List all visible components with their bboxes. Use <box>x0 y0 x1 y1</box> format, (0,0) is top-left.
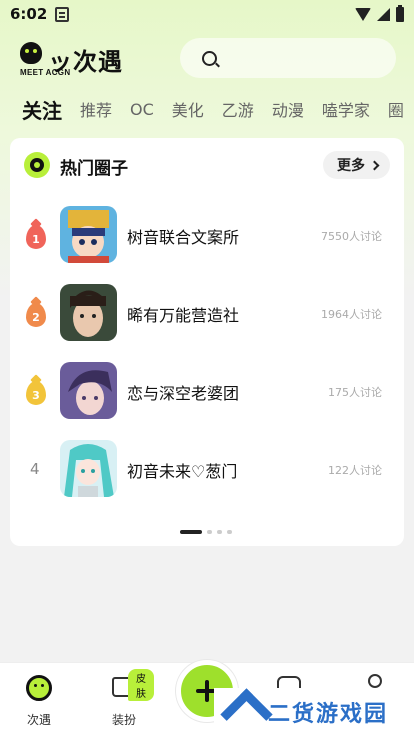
tab-beautify[interactable]: 美化 <box>172 97 204 121</box>
tab-anime[interactable]: 动漫 <box>272 97 304 121</box>
watermark-text: 二货游戏园 <box>268 702 389 727</box>
notification-icon <box>55 6 70 22</box>
status-bar: 6:02 <box>0 0 414 28</box>
tab-shippers[interactable]: 嗑学家 <box>322 97 370 121</box>
discussion-count: 7550人讨论 <box>321 230 382 243</box>
discussion-count: 1964人讨论 <box>321 308 382 321</box>
rank-number: 4 <box>30 460 40 478</box>
skin-badge: 皮肤 <box>128 669 154 701</box>
status-indicators <box>355 4 404 22</box>
more-label: 更多 <box>337 158 365 174</box>
list-item[interactable]: 2 晞有万能营造社 1964人讨论 <box>10 284 404 346</box>
carousel-dot <box>207 530 212 534</box>
wifi-icon <box>355 7 371 21</box>
card-title: 热门圈子 <box>60 159 128 179</box>
signal-icon <box>377 7 390 21</box>
profile-icon[interactable] <box>368 674 382 688</box>
circle-name: 恋与深空老婆团 <box>127 384 240 403</box>
list-item[interactable]: 1 树音联合文案所 7550人讨论 <box>10 206 404 268</box>
circle-name: 树音联合文案所 <box>127 228 240 247</box>
mascot-icon <box>20 42 42 64</box>
carousel-dot-active <box>180 530 202 534</box>
circle-avatar <box>60 362 117 419</box>
chevron-right-icon <box>369 160 380 170</box>
category-tabs: 关注 推荐 OC 美化 乙游 动漫 嗑学家 圈 <box>0 92 414 126</box>
circle-avatar <box>60 284 117 341</box>
carousel-indicator <box>180 530 232 534</box>
watermark-logo-icon <box>222 692 268 732</box>
nav-home-label: 次遇 <box>26 713 51 727</box>
discussion-count: 122人讨论 <box>328 464 382 477</box>
discussion-count: 175人讨论 <box>328 386 382 399</box>
tab-otome-games[interactable]: 乙游 <box>222 97 254 121</box>
status-time: 6:02 <box>10 5 48 23</box>
circle-avatar <box>60 440 117 497</box>
battery-icon <box>396 4 404 22</box>
rank-badge-icon: 1 <box>26 225 46 249</box>
circle-name: 初音未来♡葱门 <box>127 462 238 481</box>
list-item[interactable]: 3 恋与深空老婆团 175人讨论 <box>10 362 404 424</box>
list-item[interactable]: 4 初音未来♡葱门 122人讨论 <box>10 440 404 502</box>
carousel-dot <box>227 530 232 534</box>
card-header: 热门圈子 更多 <box>10 138 404 192</box>
tab-circle[interactable]: 圈 <box>388 97 404 121</box>
rank-badge-icon: 3 <box>26 381 46 405</box>
hot-circles-card: 热门圈子 更多 1 树音联合文案所 7550人讨论 2 晞有万能营造社 1964… <box>10 138 404 546</box>
nav-outfit-label: 装扮 <box>111 713 136 727</box>
home-mascot-icon <box>26 675 52 701</box>
watermark: 二货游戏园 <box>214 688 414 736</box>
circle-avatar <box>60 206 117 263</box>
carousel-dot <box>217 530 222 534</box>
tab-following[interactable]: 关注 <box>22 95 62 126</box>
more-button[interactable]: 更多 <box>323 151 390 179</box>
circle-name: 晞有万能营造社 <box>127 306 240 325</box>
app-logo: ッ次遇 MEET ACGN <box>20 42 130 78</box>
app-header: ッ次遇 MEET ACGN <box>0 34 414 84</box>
tab-oc[interactable]: OC <box>130 100 154 119</box>
search-icon <box>202 51 217 66</box>
search-bar[interactable] <box>180 38 396 78</box>
circle-logo-icon <box>24 152 50 178</box>
tab-recommend[interactable]: 推荐 <box>80 97 112 121</box>
logo-subtitle: MEET ACGN <box>20 68 71 77</box>
rank-badge-icon: 2 <box>26 303 46 327</box>
